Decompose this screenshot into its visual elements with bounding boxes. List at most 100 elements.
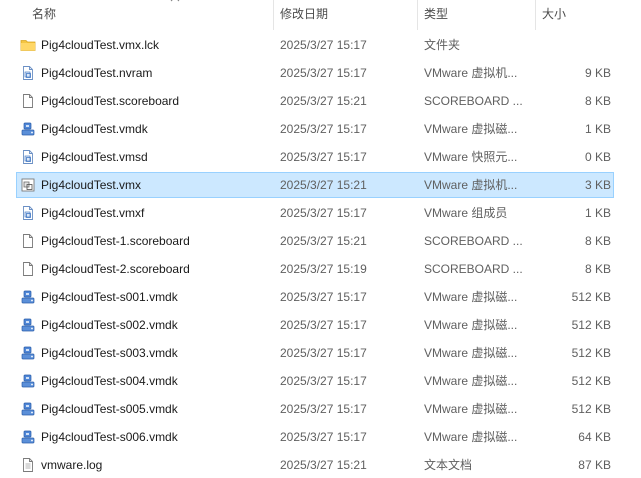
- file-row[interactable]: Pig4cloudTest-s006.vmdk 2025/3/27 15:17 VM…: [16, 424, 614, 450]
- file-row[interactable]: Pig4cloudTest-s004.vmdk 2025/3/27 15:17 VM…: [16, 368, 614, 394]
- document-icon: [23, 94, 33, 108]
- column-header-type[interactable]: 类型: [417, 0, 535, 30]
- file-date-modified: 2025/3/27 15:17: [280, 290, 367, 304]
- file-row[interactable]: Pig4cloudTest-2.scoreboard 2025/3/27 15:1…: [16, 256, 614, 282]
- vmware-disk-icon: [21, 318, 35, 332]
- file-date-modified: 2025/3/27 15:17: [280, 374, 367, 388]
- column-header-bar: 名称 修改日期 类型 大小: [0, 0, 641, 30]
- file-date-modified: 2025/3/27 15:21: [280, 94, 367, 108]
- column-header-size[interactable]: 大小: [535, 0, 625, 30]
- file-row[interactable]: Pig4cloudTest-s002.vmdk 2025/3/27 15:17 VM…: [16, 312, 614, 338]
- file-date-modified: 2025/3/27 15:17: [280, 122, 367, 136]
- file-name: vmware.log: [41, 458, 103, 472]
- file-date-modified: 2025/3/27 15:17: [280, 346, 367, 360]
- file-size: 87 KB: [578, 458, 611, 472]
- file-size: 3 KB: [584, 178, 611, 192]
- text-document-icon: [23, 458, 33, 472]
- file-type: VMware 快照元...: [424, 150, 518, 164]
- file-date-modified: 2025/3/27 15:17: [280, 150, 367, 164]
- file-size: 8 KB: [584, 262, 611, 276]
- vmware-disk-icon: [21, 430, 35, 444]
- file-size: 512 KB: [571, 346, 611, 360]
- file-date-modified: 2025/3/27 15:21: [280, 178, 367, 192]
- vmware-disk-icon: [21, 346, 35, 360]
- file-size: 8 KB: [584, 234, 611, 248]
- file-row[interactable]: Pig4cloudTest.vmx.lck 2025/3/27 15:17 文件夹: [16, 32, 614, 58]
- file-type: SCOREBOARD ...: [424, 234, 523, 248]
- file-date-modified: 2025/3/27 15:21: [280, 234, 367, 248]
- file-name: Pig4cloudTest.scoreboard: [41, 94, 180, 108]
- file-size: 512 KB: [571, 374, 611, 388]
- file-size: 9 KB: [584, 66, 611, 80]
- file-type: VMware 虚拟磁...: [424, 402, 518, 416]
- file-size: 1 KB: [584, 122, 611, 136]
- file-date-modified: 2025/3/27 15:17: [280, 430, 367, 444]
- file-type: VMware 虚拟磁...: [424, 374, 518, 388]
- file-row[interactable]: Pig4cloudTest.vmsd 2025/3/27 15:17 VMware …: [16, 144, 614, 170]
- file-size: 512 KB: [571, 290, 611, 304]
- file-name: Pig4cloudTest-s005.vmdk: [41, 402, 178, 416]
- column-header-date[interactable]: 修改日期: [273, 0, 417, 30]
- file-row[interactable]: vmware.log 2025/3/27 15:21 文本文档 87 KB: [16, 452, 614, 478]
- file-name: Pig4cloudTest-s003.vmdk: [41, 346, 178, 360]
- vmware-disk-icon: [21, 122, 35, 136]
- file-name: Pig4cloudTest.vmdk: [41, 122, 148, 136]
- file-name: Pig4cloudTest.nvram: [41, 66, 153, 80]
- file-name: Pig4cloudTest.vmx: [41, 178, 142, 192]
- document-icon: [23, 262, 33, 276]
- file-date-modified: 2025/3/27 15:17: [280, 206, 367, 220]
- vmware-disk-icon: [21, 402, 35, 416]
- column-header-name[interactable]: 名称: [26, 0, 273, 30]
- column-header-name-label: 名称: [32, 7, 57, 21]
- file-name: Pig4cloudTest-s006.vmdk: [41, 430, 178, 444]
- file-date-modified: 2025/3/27 15:17: [280, 66, 367, 80]
- file-date-modified: 2025/3/27 15:17: [280, 38, 367, 52]
- file-size: 1 KB: [584, 206, 611, 220]
- file-size: 0 KB: [584, 150, 611, 164]
- file-type: VMware 虚拟磁...: [424, 346, 518, 360]
- file-date-modified: 2025/3/27 15:19: [280, 262, 367, 276]
- file-type: VMware 组成员: [424, 206, 508, 220]
- document-icon: [23, 234, 33, 248]
- file-name: Pig4cloudTest-s001.vmdk: [41, 290, 178, 304]
- file-row[interactable]: Pig4cloudTest.scoreboard 2025/3/27 15:21 S…: [16, 88, 614, 114]
- file-date-modified: 2025/3/27 15:17: [280, 402, 367, 416]
- file-row[interactable]: Pig4cloudTest.vmdk 2025/3/27 15:17 VMware …: [16, 116, 614, 142]
- file-type: 文件夹: [424, 38, 461, 52]
- column-header-date-label: 修改日期: [280, 7, 329, 21]
- file-type: 文本文档: [424, 458, 473, 472]
- file-size: 64 KB: [578, 430, 611, 444]
- column-header-size-label: 大小: [542, 7, 567, 21]
- vmware-vm-icon: [21, 178, 35, 192]
- column-header-type-label: 类型: [424, 7, 449, 21]
- vmware-file-icon: [23, 206, 33, 220]
- file-date-modified: 2025/3/27 15:17: [280, 318, 367, 332]
- file-date-modified: 2025/3/27 15:21: [280, 458, 367, 472]
- file-type: VMware 虚拟磁...: [424, 318, 518, 332]
- file-row[interactable]: Pig4cloudTest-s003.vmdk 2025/3/27 15:17 VM…: [16, 340, 614, 366]
- vmware-file-icon: [23, 150, 33, 164]
- file-type: SCOREBOARD ...: [424, 94, 523, 108]
- file-type: VMware 虚拟机...: [424, 178, 518, 192]
- file-row-selected[interactable]: Pig4cloudTest.vmx 2025/3/27 15:21 VMware 虚…: [16, 172, 614, 198]
- file-type: VMware 虚拟磁...: [424, 290, 518, 304]
- file-type: VMware 虚拟磁...: [424, 430, 518, 444]
- folder-icon: [20, 40, 36, 51]
- vmware-disk-icon: [21, 290, 35, 304]
- file-row[interactable]: Pig4cloudTest-s005.vmdk 2025/3/27 15:17 VM…: [16, 396, 614, 422]
- file-name: Pig4cloudTest-2.scoreboard: [41, 262, 190, 276]
- file-name: Pig4cloudTest-s004.vmdk: [41, 374, 178, 388]
- sort-ascending-icon: [170, 0, 180, 2]
- vmware-file-icon: [23, 66, 33, 80]
- file-size: 8 KB: [584, 94, 611, 108]
- file-row[interactable]: Pig4cloudTest-1.scoreboard 2025/3/27 15:2…: [16, 228, 614, 254]
- file-type: VMware 虚拟机...: [424, 66, 518, 80]
- file-name: Pig4cloudTest.vmxf: [41, 206, 145, 220]
- file-row[interactable]: Pig4cloudTest-s001.vmdk 2025/3/27 15:17 VM…: [16, 284, 614, 310]
- file-size: [537, 33, 611, 57]
- file-name: Pig4cloudTest-1.scoreboard: [41, 234, 190, 248]
- file-row[interactable]: Pig4cloudTest.nvram 2025/3/27 15:17 VMware…: [16, 60, 614, 86]
- file-size: 512 KB: [571, 318, 611, 332]
- vmware-disk-icon: [21, 374, 35, 388]
- file-row[interactable]: Pig4cloudTest.vmxf 2025/3/27 15:17 VMware …: [16, 200, 614, 226]
